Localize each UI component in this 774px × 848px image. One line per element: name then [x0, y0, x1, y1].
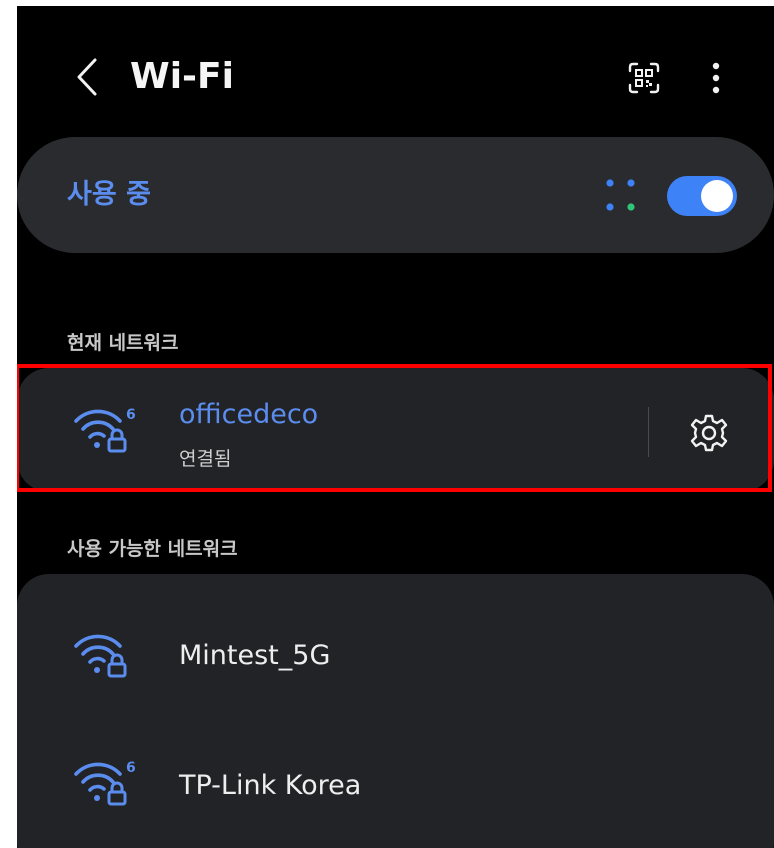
wifi-locked-icon	[74, 634, 127, 678]
back-button[interactable]	[67, 52, 107, 102]
toggle-knob	[701, 180, 733, 212]
wifi-toggle-switch[interactable]	[667, 176, 737, 216]
svg-text:6: 6	[126, 407, 136, 423]
svg-text:6: 6	[126, 760, 136, 776]
scanning-dots-icon	[606, 179, 635, 211]
qr-scan-button[interactable]	[622, 56, 666, 100]
wifi-master-switch-card[interactable]: 사용 중	[17, 137, 774, 253]
current-network-status: 연결됨	[179, 448, 232, 470]
current-network-name: officedeco	[179, 399, 319, 430]
gear-icon	[690, 414, 728, 452]
list-item[interactable]: Mintest_5G	[17, 604, 774, 704]
page-title: Wi-Fi	[130, 56, 234, 97]
qr-code-scan-icon	[628, 62, 660, 94]
network-settings-button[interactable]	[685, 409, 733, 457]
wifi-settings-screen: Wi-Fi 사용 중 현재 네트워크 6 officedeco 연결됨 사용 가…	[17, 6, 774, 848]
list-item[interactable]: 6 TP-Link Korea	[17, 736, 774, 836]
divider	[648, 407, 649, 457]
network-name: Mintest_5G	[179, 640, 331, 671]
master-switch-label: 사용 중	[67, 179, 151, 210]
chevron-left-icon	[77, 58, 97, 96]
more-options-button[interactable]	[701, 56, 731, 100]
current-network-section-label: 현재 네트워크	[67, 332, 179, 354]
available-networks-section-label: 사용 가능한 네트워크	[67, 538, 238, 560]
network-name: TP-Link Korea	[179, 770, 362, 801]
wifi-6-locked-icon: 6	[74, 760, 136, 806]
header: Wi-Fi	[17, 6, 774, 136]
available-networks-list: Mintest_5G 6 TP-Link Korea	[17, 574, 774, 848]
more-vertical-icon	[712, 62, 720, 94]
wifi-6-locked-icon: 6	[74, 407, 136, 453]
